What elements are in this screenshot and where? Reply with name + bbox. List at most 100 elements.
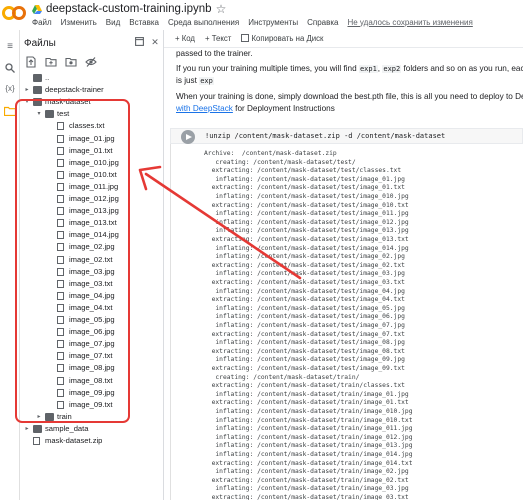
maximize-icon[interactable] [134, 37, 144, 47]
output-line: extracting: /content/mask-dataset/test/i… [204, 279, 405, 286]
file-tree-label: deepstack-trainer [45, 85, 104, 95]
output-line: extracting: /content/mask-dataset/test/i… [204, 184, 405, 192]
cell-divider [170, 144, 171, 500]
output-line: inflating: /content/mask-dataset/test/im… [204, 322, 405, 329]
folder-icon [33, 86, 42, 95]
output-line: extracting: /content/mask-dataset/train/… [204, 476, 409, 484]
output-line: extracting: /content/mask-dataset/train/… [204, 459, 413, 467]
deepstack-link[interactable]: with DeepStack [176, 104, 233, 113]
cell-command[interactable]: !unzip /content/mask-dataset.zip -d /con… [205, 132, 445, 140]
output-line: inflating: /content/mask-dataset/train/i… [204, 408, 413, 415]
md-code: exp [199, 77, 214, 85]
files-toolbar [20, 54, 164, 70]
md-text: for Deployment Instructions [232, 104, 335, 113]
output-line: inflating: /content/mask-dataset/test/im… [204, 175, 405, 183]
upload-icon[interactable] [25, 56, 37, 68]
menu-runtime[interactable]: Среда выполнения [168, 18, 239, 27]
output-line: inflating: /content/mask-dataset/train/i… [204, 425, 413, 433]
folder-icon [33, 424, 42, 433]
file-tree-label: .. [45, 73, 50, 82]
refresh-folder-icon[interactable] [65, 56, 77, 68]
new-folder-icon[interactable] [45, 56, 57, 68]
output-line: inflating: /content/mask-dataset/train/i… [204, 433, 413, 441]
output-line: extracting: /content/mask-dataset/test/i… [204, 201, 409, 209]
file-tree-item[interactable]: ▸ deepstack-trainer [20, 84, 164, 96]
output-line: inflating: /content/mask-dataset/train/i… [204, 485, 409, 493]
output-line: creating: /content/mask-dataset/test/ [204, 158, 356, 166]
drive-icon [32, 5, 42, 14]
output-line: creating: /content/mask-dataset/train/ [204, 373, 360, 381]
menu-tools[interactable]: Инструменты [248, 18, 298, 27]
menu-bar: Файл Изменить Вид Вставка Среда выполнен… [32, 16, 473, 28]
file-tree-item[interactable]: mask-dataset.zip [20, 435, 164, 447]
menu-insert[interactable]: Вставка [129, 18, 159, 27]
files-title: Файлы [24, 38, 56, 49]
add-text-button[interactable]: + Текст [205, 34, 231, 43]
drive-copy-icon [241, 34, 250, 42]
md-line: passed to the trainer. [176, 49, 253, 58]
code-cell-input[interactable]: !unzip /content/mask-dataset.zip -d /con… [170, 128, 523, 144]
md-line: with DeepStack for Deployment Instructio… [176, 103, 335, 115]
menu-help[interactable]: Справка [307, 18, 338, 27]
highlight-box [15, 99, 130, 423]
output-line: inflating: /content/mask-dataset/test/im… [204, 253, 405, 261]
output-line: extracting: /content/mask-dataset/test/i… [204, 365, 405, 372]
file-tree-label: mask-dataset.zip [45, 436, 103, 445]
add-code-button[interactable]: + Код [175, 34, 195, 43]
output-line: inflating: /content/mask-dataset/test/im… [204, 287, 405, 295]
output-line: inflating: /content/mask-dataset/test/im… [204, 193, 409, 200]
output-line: inflating: /content/mask-dataset/test/im… [204, 356, 405, 364]
output-line: extracting: /content/mask-dataset/test/i… [204, 330, 405, 338]
files-header: Файлы ✕ [20, 30, 164, 54]
output-line: inflating: /content/mask-dataset/test/im… [204, 244, 409, 252]
output-line: inflating: /content/mask-dataset/test/im… [204, 339, 405, 347]
output-line: inflating: /content/mask-dataset/train/i… [204, 468, 409, 476]
output-line: inflating: /content/mask-dataset/test/im… [204, 304, 405, 312]
chevron-right-icon[interactable]: ▸ [24, 84, 30, 96]
output-line: inflating: /content/mask-dataset/train/i… [204, 451, 413, 458]
md-code: exp2 [382, 65, 402, 73]
md-text: If you run your training multiple times,… [176, 64, 359, 73]
menu-icon[interactable]: ≡ [4, 41, 16, 53]
top-header: deepstack-custom-training.ipynb ☆ Файл И… [0, 0, 523, 30]
colab-logo-icon[interactable] [2, 4, 26, 22]
output-line: extracting: /content/mask-dataset/train/… [204, 494, 409, 500]
output-line: inflating: /content/mask-dataset/test/im… [204, 218, 409, 226]
output-line: Archive: /content/mask-dataset.zip [204, 150, 337, 157]
output-line: inflating: /content/mask-dataset/test/im… [204, 210, 409, 218]
md-line: When your training is done, simply downl… [176, 92, 523, 101]
folder-icon [33, 74, 42, 82]
star-icon[interactable]: ☆ [216, 3, 227, 15]
file-tree-item[interactable]: .. [20, 72, 164, 84]
menu-edit[interactable]: Изменить [61, 18, 97, 27]
output-line: extracting: /content/mask-dataset/train/… [204, 399, 409, 407]
output-line: extracting: /content/mask-dataset/test/i… [204, 347, 405, 355]
output-line: inflating: /content/mask-dataset/test/im… [204, 313, 405, 321]
md-code: exp1 [358, 65, 378, 73]
copy-to-drive-label: Копировать на Диск [251, 34, 324, 43]
notebook-toolbar: + Код + Текст Копировать на Диск [164, 30, 523, 48]
file-tree-item[interactable]: ▸ sample_data [20, 423, 164, 435]
notebook-area: + Код + Текст Копировать на Диск passed … [164, 30, 523, 500]
output-line: inflating: /content/mask-dataset/train/i… [204, 390, 409, 398]
file-icon [33, 437, 40, 445]
code-cell: !unzip /content/mask-dataset.zip -d /con… [164, 128, 523, 500]
notebook-title[interactable]: deepstack-custom-training.ipynb [46, 3, 212, 15]
chevron-right-icon[interactable]: ▸ [24, 423, 30, 435]
md-text: is just [176, 76, 200, 85]
search-icon[interactable] [4, 63, 16, 75]
output-line: extracting: /content/mask-dataset/test/i… [204, 296, 405, 304]
file-tree-label: sample_data [45, 423, 89, 433]
output-line: inflating: /content/mask-dataset/train/i… [204, 442, 413, 450]
unsaved-changes-link[interactable]: Не удалось сохранить изменения [347, 18, 472, 27]
output-line: inflating: /content/mask-dataset/test/im… [204, 227, 409, 235]
close-icon[interactable]: ✕ [150, 37, 160, 47]
menu-view[interactable]: Вид [106, 18, 120, 27]
menu-file[interactable]: Файл [32, 18, 52, 27]
copy-to-drive-button[interactable]: Копировать на Диск [241, 34, 323, 43]
output-line: inflating: /content/mask-dataset/train/i… [204, 416, 413, 424]
hide-files-icon[interactable] [85, 56, 97, 68]
run-cell-button[interactable] [181, 130, 195, 144]
output-line: extracting: /content/mask-dataset/train/… [204, 382, 405, 390]
variables-icon[interactable]: {x} [4, 83, 16, 95]
